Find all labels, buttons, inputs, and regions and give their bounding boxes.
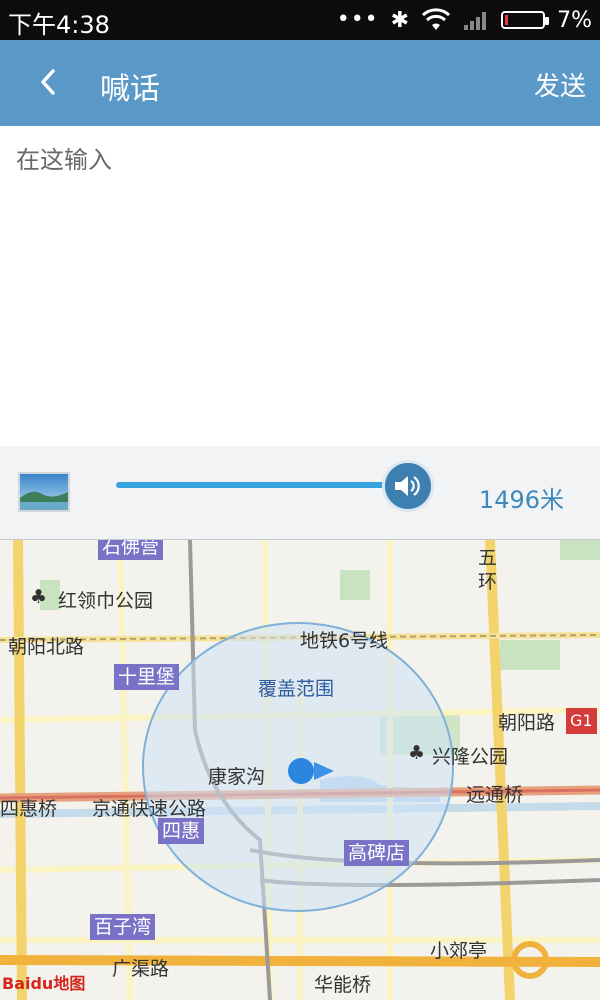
- map-label-guangqu: 广渠路: [112, 958, 170, 980]
- map-label-chaoyang-north: 朝阳北路: [8, 636, 85, 658]
- map-view[interactable]: 石佛营 ♣ 红领巾公园 朝阳北路 十里堡 地铁6号线 五环 覆盖范围 朝阳路 G…: [0, 540, 600, 1000]
- map-label-yuantong: 远通桥: [466, 784, 524, 806]
- status-time: 下午4:38: [8, 11, 110, 39]
- map-label-baiziwan: 百子湾: [90, 914, 156, 940]
- image-picker-button[interactable]: [18, 472, 70, 512]
- wifi-icon: [422, 8, 451, 30]
- page-title: 喊话: [100, 72, 160, 107]
- current-location-marker: [288, 758, 314, 784]
- message-input[interactable]: [0, 126, 600, 444]
- status-icons: ••• ✱ 7%: [337, 5, 592, 35]
- map-label-xinglong-park: 兴隆公园: [432, 746, 509, 768]
- map-label-sihui: 四惠: [158, 818, 205, 844]
- map-label-shilibao: 十里堡: [114, 664, 180, 690]
- map-label-g1: G1: [566, 708, 597, 734]
- map-label-huiqiao: 四惠桥: [0, 798, 58, 820]
- map-label-huaneng: 华能桥: [314, 974, 372, 996]
- range-slider-handle[interactable]: [382, 460, 434, 512]
- bluetooth-icon: ✱: [390, 7, 410, 33]
- range-slider-track[interactable]: [116, 482, 406, 488]
- message-input-area: [0, 126, 600, 447]
- notification-dots-icon: •••: [336, 7, 379, 32]
- landscape-image-icon: [20, 474, 68, 510]
- range-distance-value: 1496米: [478, 486, 564, 514]
- send-button[interactable]: 发送: [534, 66, 586, 103]
- direction-arrow-icon: [314, 762, 334, 780]
- signal-icon: [464, 12, 487, 30]
- map-label-xiaojiaoting: 小郊亭: [430, 940, 488, 962]
- coverage-label: 覆盖范围: [258, 678, 335, 700]
- baidu-map-logo: Baidu地图: [2, 974, 86, 993]
- map-label-hongling-park: 红领巾公园: [58, 590, 154, 612]
- battery-icon: [501, 11, 550, 29]
- map-label-gaobeidian: 高碑店: [344, 840, 410, 866]
- map-label-wuhuan: 五环: [478, 547, 498, 593]
- battery-percent: 7%: [557, 7, 592, 33]
- park-icon: ♣: [30, 586, 48, 608]
- map-label-chaoyang-road: 朝阳路: [498, 712, 556, 734]
- map-label-kangjiagou: 康家沟: [208, 766, 266, 788]
- back-button[interactable]: [30, 64, 66, 100]
- chevron-left-icon: [41, 69, 55, 95]
- park-icon: ♣: [408, 742, 426, 764]
- range-toolbar: 1496米: [0, 446, 600, 540]
- status-bar: 下午4:38 ••• ✱ 7%: [0, 0, 600, 40]
- map-label-shifo: 石佛营: [98, 540, 164, 560]
- map-label-jingtong: 京通快速公路: [92, 798, 207, 820]
- map-label-subway6: 地铁6号线: [300, 630, 389, 652]
- app-header: 喊话 发送: [0, 40, 600, 126]
- speaker-icon: [395, 476, 420, 496]
